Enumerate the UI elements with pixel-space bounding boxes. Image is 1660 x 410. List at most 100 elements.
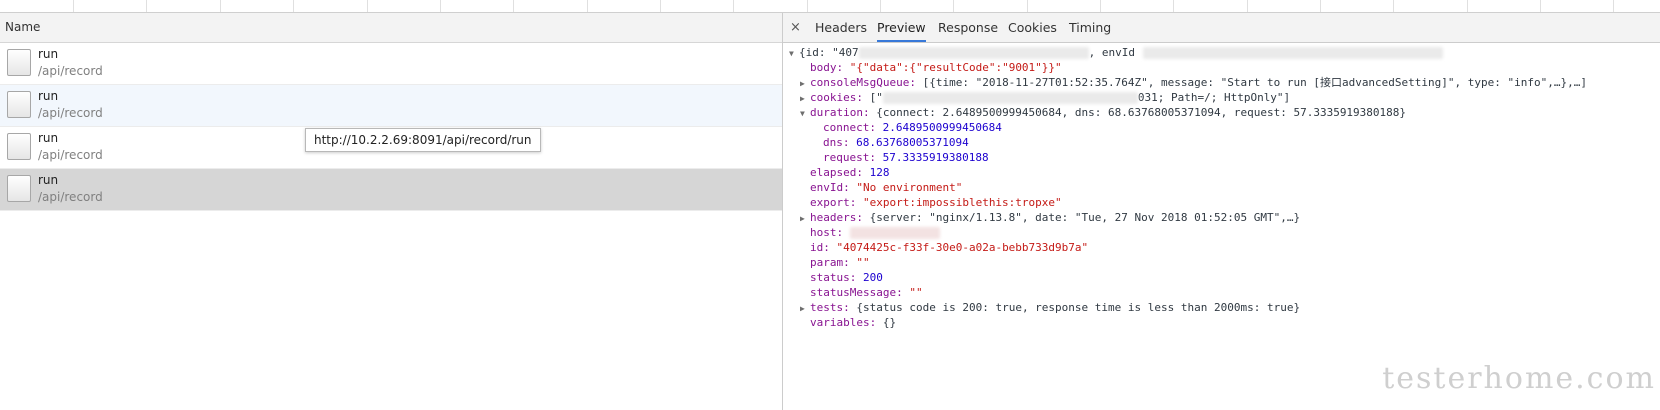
timeline-tick bbox=[587, 0, 588, 12]
json-key: elapsed: bbox=[810, 166, 863, 179]
timeline-tick bbox=[367, 0, 368, 12]
json-row-param: param: "" bbox=[810, 255, 870, 270]
timeline-tick bbox=[513, 0, 514, 12]
json-value: 200 bbox=[862, 271, 883, 284]
json-key: connect: bbox=[823, 121, 876, 134]
timeline-tick bbox=[73, 0, 74, 12]
json-value-suffix: 031; Path=/; HttpOnly"] bbox=[1137, 91, 1291, 104]
json-row-envid: envId: "No environment" bbox=[810, 180, 962, 195]
json-key: envId: bbox=[810, 181, 850, 194]
timeline-tick bbox=[733, 0, 734, 12]
json-row-dns: dns: 68.63768005371094 bbox=[823, 135, 969, 150]
timeline-tick bbox=[807, 0, 808, 12]
request-row[interactable]: run /api/record bbox=[0, 85, 782, 127]
json-key: status: bbox=[810, 271, 857, 284]
json-root[interactable]: ▼ {id: "407 , envId bbox=[789, 45, 1443, 60]
timeline-tick bbox=[146, 0, 147, 12]
timeline-tick bbox=[1247, 0, 1248, 12]
request-name: run bbox=[38, 131, 59, 145]
request-path: /api/record bbox=[38, 106, 103, 120]
json-row-variables: variables: {} bbox=[810, 315, 896, 330]
json-row-cookies[interactable]: ▶ cookies: [" 031; Path=/; HttpOnly"] bbox=[800, 90, 1290, 105]
json-value: "No environment" bbox=[856, 181, 963, 194]
json-value: {status code is 200: true, response time… bbox=[856, 301, 1301, 314]
timeline-tick bbox=[660, 0, 661, 12]
name-column-header[interactable]: Name bbox=[0, 13, 782, 43]
json-row-statusmessage: statusMessage: "" bbox=[810, 285, 923, 300]
json-key: request: bbox=[823, 151, 876, 164]
json-row-request: request: 57.3335919380188 bbox=[823, 150, 989, 165]
triangle-right-icon[interactable]: ▶ bbox=[800, 301, 810, 316]
json-value: "{"data":{"resultCode":"9001"}}" bbox=[849, 61, 1062, 74]
json-root-open: {id: "407 bbox=[799, 46, 859, 59]
json-value: 57.3335919380188 bbox=[882, 151, 989, 164]
json-value-prefix: [" bbox=[869, 91, 883, 104]
timeline-tick bbox=[1393, 0, 1394, 12]
tab-headers[interactable]: Headers bbox=[815, 13, 867, 42]
json-row-headers[interactable]: ▶ headers: {server: "nginx/1.13.8", date:… bbox=[800, 210, 1300, 225]
json-key: statusMessage: bbox=[810, 286, 903, 299]
name-column-label: Name bbox=[5, 20, 41, 34]
triangle-right-icon[interactable]: ▶ bbox=[800, 211, 810, 226]
json-row-duration[interactable]: ▼ duration: {connect: 2.6489500999450684,… bbox=[800, 105, 1406, 120]
tab-preview[interactable]: Preview bbox=[877, 13, 926, 42]
request-details-pane: × Headers Preview Response Cookies Timin… bbox=[783, 13, 1660, 410]
json-root-envid: , envId bbox=[1088, 46, 1135, 59]
document-icon bbox=[7, 91, 31, 118]
timeline-tick bbox=[953, 0, 954, 12]
json-value: {server: "nginx/1.13.8", date: "Tue, 27 … bbox=[869, 211, 1301, 224]
timeline-tick bbox=[1100, 0, 1101, 12]
timeline-tick bbox=[293, 0, 294, 12]
json-value: "4074425c-f33f-30e0-a02a-bebb733d9b7a" bbox=[836, 241, 1089, 254]
close-icon[interactable]: × bbox=[790, 20, 801, 35]
json-row-status: status: 200 bbox=[810, 270, 883, 285]
json-value: 128 bbox=[869, 166, 890, 179]
request-path: /api/record bbox=[38, 148, 103, 162]
request-row-selected[interactable]: run /api/record bbox=[0, 169, 782, 211]
timeline-overview[interactable] bbox=[0, 0, 1660, 13]
redacted-text bbox=[882, 92, 1138, 104]
json-row-id: id: "4074425c-f33f-30e0-a02a-bebb733d9b7… bbox=[810, 240, 1088, 255]
json-row-elapsed: elapsed: 128 bbox=[810, 165, 889, 180]
json-row-export: export: "export:impossiblethis:tropxe" bbox=[810, 195, 1062, 210]
triangle-down-icon[interactable]: ▼ bbox=[800, 106, 810, 121]
json-row-host: host: bbox=[810, 225, 940, 240]
json-key: cookies: bbox=[810, 91, 863, 104]
json-value: "" bbox=[856, 256, 870, 269]
json-row-consolemsgqueue[interactable]: ▶ consoleMsgQueue: [{time: "2018-11-27T01… bbox=[800, 75, 1587, 90]
timeline-tick bbox=[1467, 0, 1468, 12]
triangle-down-icon[interactable]: ▼ bbox=[789, 46, 799, 61]
json-key: variables: bbox=[810, 316, 877, 329]
json-value: [{time: "2018-11-27T01:52:35.764Z", mess… bbox=[922, 76, 1587, 89]
timeline-tick bbox=[1173, 0, 1174, 12]
triangle-right-icon[interactable]: ▶ bbox=[800, 91, 810, 106]
json-key: body: bbox=[810, 61, 844, 74]
json-key: consoleMsgQueue: bbox=[810, 76, 916, 89]
tab-response[interactable]: Response bbox=[938, 13, 998, 42]
triangle-right-icon[interactable]: ▶ bbox=[800, 76, 810, 91]
timeline-tick bbox=[1540, 0, 1541, 12]
redacted-text bbox=[858, 47, 1089, 59]
timeline-tick bbox=[1027, 0, 1028, 12]
timeline-tick bbox=[1613, 0, 1614, 12]
json-key: duration: bbox=[810, 106, 870, 119]
tab-cookies[interactable]: Cookies bbox=[1008, 13, 1057, 42]
document-icon bbox=[7, 49, 31, 76]
json-row-connect: connect: 2.6489500999450684 bbox=[823, 120, 1002, 135]
request-name: run bbox=[38, 47, 59, 61]
details-tab-bar: × Headers Preview Response Cookies Timin… bbox=[783, 13, 1660, 43]
watermark: testerhome.com bbox=[1382, 361, 1656, 396]
json-key: headers: bbox=[810, 211, 863, 224]
request-row[interactable]: run /api/record bbox=[0, 43, 782, 85]
request-path: /api/record bbox=[38, 190, 103, 204]
json-value: {connect: 2.6489500999450684, dns: 68.63… bbox=[876, 106, 1407, 119]
document-icon bbox=[7, 133, 31, 160]
json-value: 68.63768005371094 bbox=[856, 136, 969, 149]
timeline-tick bbox=[220, 0, 221, 12]
json-row-tests[interactable]: ▶ tests: {status code is 200: true, respo… bbox=[800, 300, 1300, 315]
timeline-tick bbox=[880, 0, 881, 12]
json-value: "export:impossiblethis:tropxe" bbox=[862, 196, 1062, 209]
document-icon bbox=[7, 175, 31, 202]
tab-timing[interactable]: Timing bbox=[1069, 13, 1111, 42]
json-value: "" bbox=[909, 286, 923, 299]
